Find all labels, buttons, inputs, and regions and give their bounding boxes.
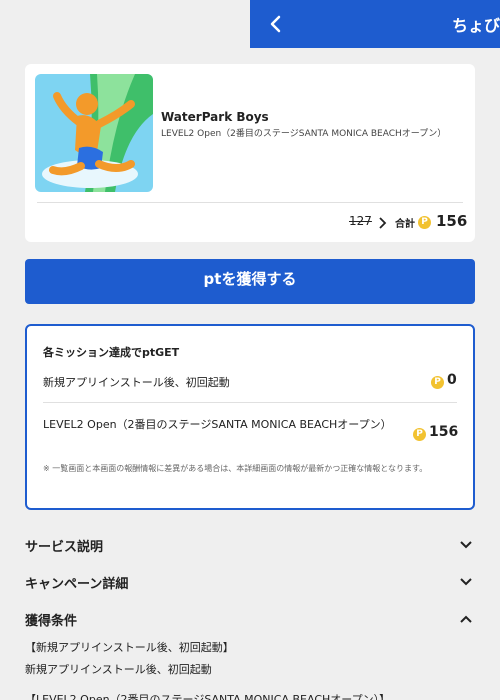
total-points: 156 xyxy=(436,212,468,230)
condition-text: 【LEVEL2 Open（2番目のステージSANTA MONICA BEACHオ… xyxy=(25,693,391,700)
header-title: ちょび xyxy=(452,16,500,35)
point-coin-icon: P xyxy=(418,216,431,229)
app-thumbnail xyxy=(35,74,153,192)
chevron-left-icon xyxy=(270,15,281,33)
header-bar: ちょび xyxy=(250,0,500,48)
point-coin-icon: P xyxy=(413,428,426,441)
divider xyxy=(37,202,463,203)
accordion-acquisition-conditions[interactable]: 獲得条件 xyxy=(25,608,475,632)
mission-points: 0 xyxy=(447,372,457,388)
accordion-service-description[interactable]: サービス説明 xyxy=(25,534,475,558)
chevron-right-icon xyxy=(379,217,387,229)
accordion-title: キャンペーン詳細 xyxy=(25,577,129,592)
mission-points: 156 xyxy=(429,424,459,440)
point-coin-icon: P xyxy=(431,376,444,389)
mission-label: LEVEL2 Open（2番目のステージSANTA MONICA BEACHオー… xyxy=(43,418,392,431)
accordion-title: 獲得条件 xyxy=(25,614,78,629)
chevron-up-icon xyxy=(460,615,472,623)
app-description: LEVEL2 Open（2番目のステージSANTA MONICA BEACHオー… xyxy=(161,129,447,139)
accordion-title: サービス説明 xyxy=(25,540,104,555)
old-points: 127 xyxy=(349,214,372,228)
accordion-campaign-details[interactable]: キャンペーン詳細 xyxy=(25,571,475,595)
total-label: 合計 xyxy=(395,219,415,230)
divider xyxy=(43,402,457,403)
chevron-down-icon xyxy=(460,578,472,586)
mission-title: 各ミッション達成でptGET xyxy=(43,346,180,359)
back-button[interactable] xyxy=(264,12,288,36)
get-points-button[interactable]: ptを獲得する xyxy=(25,259,475,304)
mission-panel: 各ミッション達成でptGET 新規アプリインストール後、初回起動 P 0 LEV… xyxy=(25,324,475,510)
disclaimer-note: ※ 一覧画面と本画面の報酬情報に差異がある場合は、本詳細画面の情報が最新かつ正確… xyxy=(43,464,428,473)
mission-label: 新規アプリインストール後、初回起動 xyxy=(43,376,230,389)
condition-text: 新規アプリインストール後、初回起動 xyxy=(25,663,212,676)
app-card: WaterPark Boys LEVEL2 Open（2番目のステージSANTA… xyxy=(25,64,475,242)
condition-text: 【新規アプリインストール後、初回起動】 xyxy=(25,641,234,654)
chevron-down-icon xyxy=(460,541,472,549)
app-name: WaterPark Boys xyxy=(161,110,269,124)
